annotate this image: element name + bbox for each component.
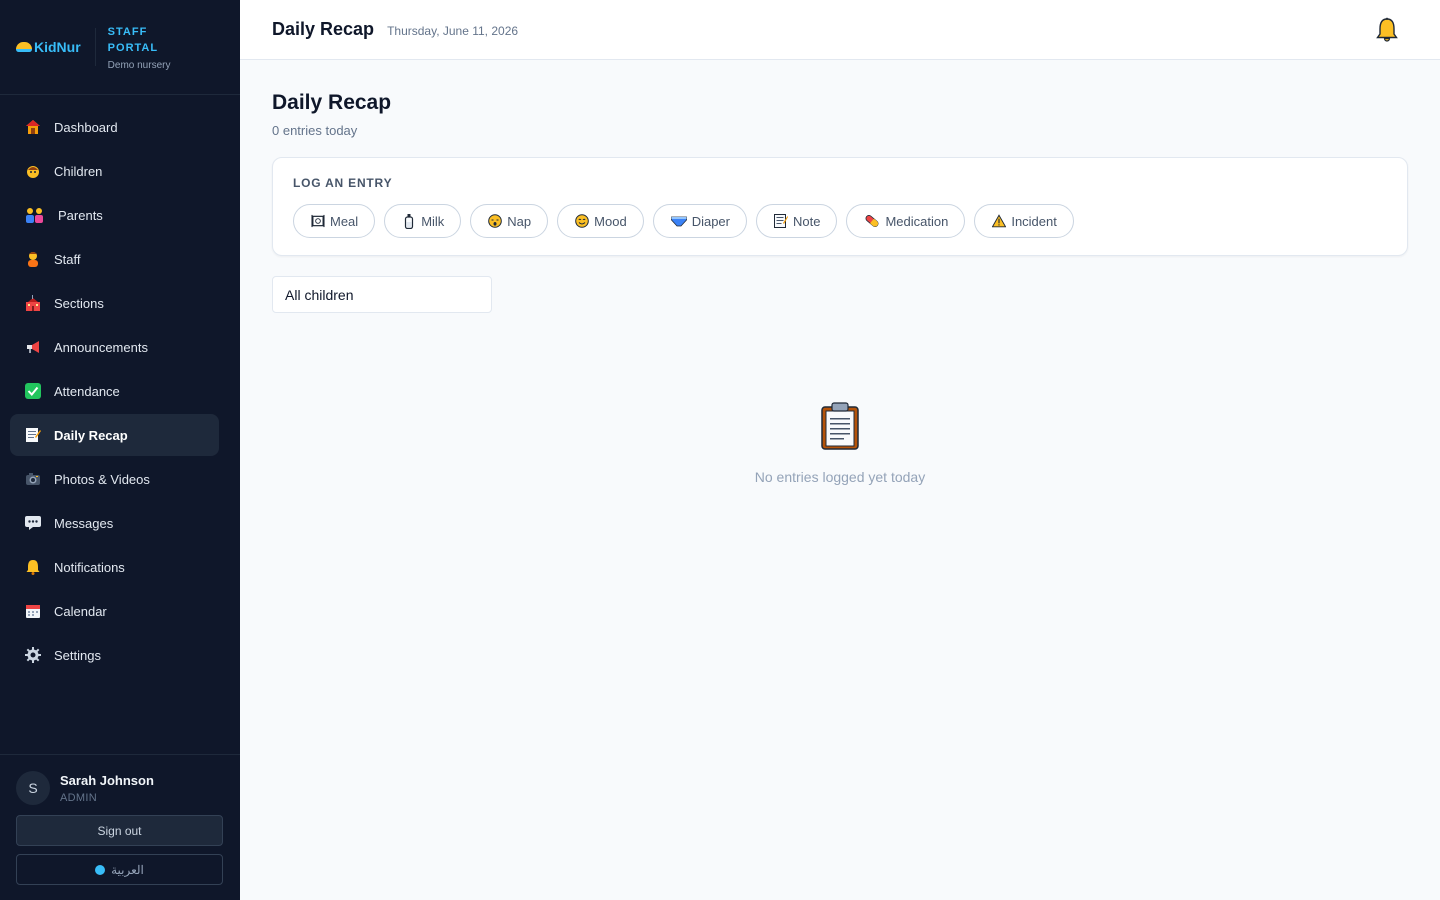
user-name: Sarah Johnson <box>60 772 154 788</box>
pill-icon <box>864 214 880 228</box>
entry-type-chips: Meal Milk Nap Mood Diaper Note Medicatio… <box>293 204 1387 238</box>
sidebar-item-label: Staff <box>54 251 81 267</box>
medication-chip[interactable]: Medication <box>846 204 966 238</box>
sidebar-item-staff[interactable]: Staff <box>10 238 219 280</box>
topbar-title: Daily Recap <box>272 19 375 39</box>
sidebar-item-calendar[interactable]: Calendar <box>10 590 219 632</box>
chip-label: Mood <box>594 213 627 229</box>
sidebar-item-messages[interactable]: Messages <box>10 502 219 544</box>
milk-chip[interactable]: Milk <box>384 204 462 238</box>
diaper-icon <box>670 214 687 228</box>
sidebar-item-dashboard[interactable]: Dashboard <box>10 106 219 148</box>
user-panel: S Sarah Johnson ADMIN Sign out العربية <box>0 754 240 900</box>
sidebar-item-label: Children <box>54 163 103 179</box>
sidebar-item-settings[interactable]: Settings <box>10 634 219 676</box>
meal-icon <box>311 214 325 228</box>
portal-title: STAFF PORTAL <box>107 25 159 54</box>
sidebar-item-label: Sections <box>54 295 104 311</box>
bottle-icon <box>402 213 416 229</box>
brand-header: KidNur STAFF PORTAL Demo nursery <box>0 0 240 95</box>
chip-label: Note <box>792 213 821 229</box>
memo-icon <box>24 426 42 444</box>
sidebar-item-label: Photos & Videos <box>54 471 150 487</box>
megaphone-icon <box>24 338 42 356</box>
avatar: S <box>16 771 50 805</box>
chip-label: Milk <box>421 213 445 229</box>
family-icon <box>24 206 46 224</box>
sidebar-item-label: Notifications <box>54 559 125 575</box>
chip-label: Meal <box>330 213 359 229</box>
language-toggle-button[interactable]: العربية <box>16 854 223 885</box>
user-role: ADMIN <box>60 791 97 804</box>
school-icon <box>24 294 42 312</box>
logo-mark-icon <box>16 42 32 52</box>
clipboard-icon <box>820 402 860 450</box>
sidebar-item-label: Calendar <box>54 603 107 619</box>
sidebar-item-children[interactable]: Children <box>10 150 219 192</box>
nap-chip[interactable]: Nap <box>470 204 549 238</box>
gear-icon <box>24 646 42 664</box>
sidebar-item-attendance[interactable]: Attendance <box>10 370 219 412</box>
warning-icon <box>992 214 1007 228</box>
sidebar-item-announcements[interactable]: Announcements <box>10 326 219 368</box>
checkbox-icon <box>24 382 42 400</box>
sidebar: KidNur STAFF PORTAL Demo nursery Dashboa… <box>0 0 240 900</box>
speech-bubble-icon <box>24 514 42 532</box>
brand-divider <box>94 28 96 66</box>
staff-person-icon <box>24 250 42 268</box>
empty-state: No entries logged yet today <box>272 402 1408 485</box>
logo-text: KidNur <box>34 39 81 55</box>
sidebar-item-label: Attendance <box>54 383 120 399</box>
notifications-bell-icon[interactable] <box>1374 17 1400 43</box>
entries-count: 0 entries today <box>272 123 358 138</box>
meal-chip[interactable]: Meal <box>293 204 376 238</box>
chip-label: Diaper <box>691 213 730 229</box>
note-chip[interactable]: Note <box>755 204 838 238</box>
sidebar-item-label: Announcements <box>54 339 148 355</box>
portal-info: STAFF PORTAL Demo nursery <box>108 24 171 71</box>
user-info: S Sarah Johnson ADMIN <box>16 771 224 805</box>
sidebar-item-label: Dashboard <box>54 119 118 135</box>
chip-label: Incident <box>1011 213 1057 229</box>
sidebar-item-photos-videos[interactable]: Photos & Videos <box>10 458 219 500</box>
sidebar-item-label: Parents <box>58 207 103 223</box>
child-face-icon <box>24 162 42 180</box>
sidebar-item-parents[interactable]: Parents <box>10 194 219 236</box>
topbar: Daily Recap Thursday, June 11, 2026 <box>240 0 1440 60</box>
mood-chip[interactable]: Mood <box>557 204 644 238</box>
camera-icon <box>24 470 42 488</box>
sidebar-item-label: Daily Recap <box>54 427 128 443</box>
log-entry-heading: LOG AN ENTRY <box>293 176 393 190</box>
incident-chip[interactable]: Incident <box>974 204 1074 238</box>
sign-out-button[interactable]: Sign out <box>16 815 223 846</box>
sidebar-item-notifications[interactable]: Notifications <box>10 546 219 588</box>
sidebar-item-label: Settings <box>54 647 101 663</box>
memo-icon <box>773 214 788 228</box>
language-label: العربية <box>111 862 144 877</box>
chip-label: Medication <box>885 213 949 229</box>
sleepy-face-icon <box>488 214 503 228</box>
empty-state-text: No entries logged yet today <box>754 469 926 485</box>
topbar-date: Thursday, June 11, 2026 <box>387 23 519 38</box>
chip-label: Nap <box>507 213 532 229</box>
bell-icon <box>24 558 42 576</box>
page-title: Daily Recap <box>272 91 392 114</box>
org-name: Demo nursery <box>107 59 171 71</box>
globe-icon <box>95 864 106 875</box>
calendar-icon <box>24 602 42 620</box>
sidebar-item-sections[interactable]: Sections <box>10 282 219 324</box>
kidnur-logo[interactable]: KidNur <box>16 39 81 55</box>
sidebar-nav: Dashboard Children Parents Staff Section… <box>0 95 240 676</box>
child-filter-select[interactable]: All children <box>272 276 492 313</box>
main-content: Daily Recap 0 entries today LOG AN ENTRY… <box>272 60 1408 485</box>
diaper-chip[interactable]: Diaper <box>652 204 747 238</box>
sidebar-item-label: Messages <box>54 515 114 531</box>
house-icon <box>24 118 42 136</box>
smile-face-icon <box>575 214 589 228</box>
sidebar-item-daily-recap[interactable]: Daily Recap <box>10 414 219 456</box>
log-entry-card: LOG AN ENTRY Meal Milk Nap Mood Diaper N… <box>272 157 1408 256</box>
